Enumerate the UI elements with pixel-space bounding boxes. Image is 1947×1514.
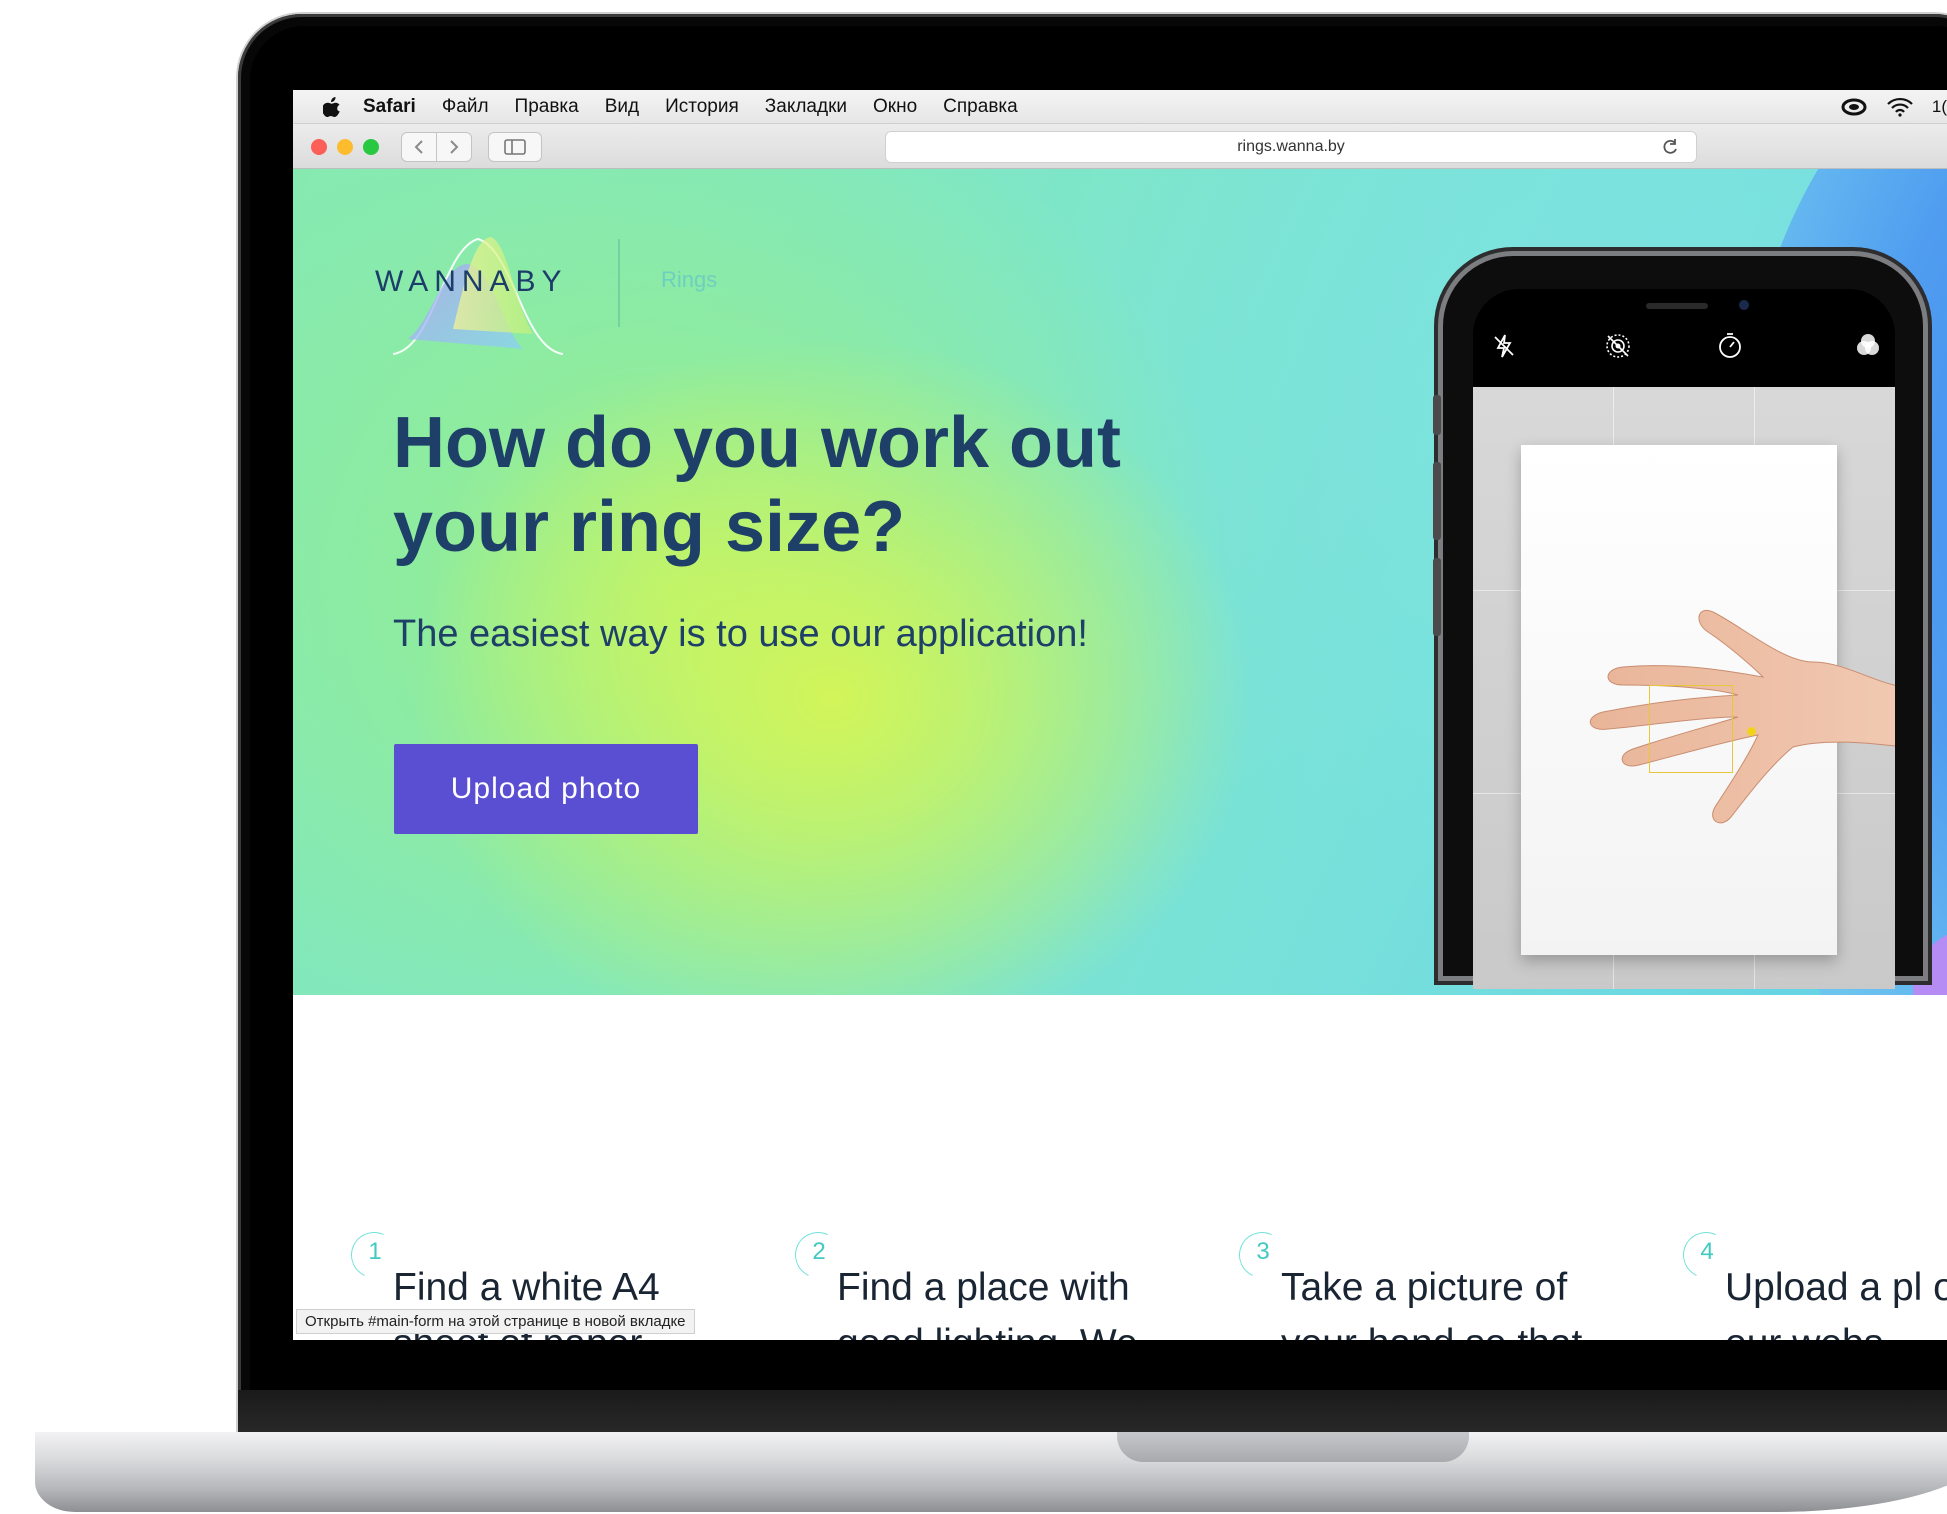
menu-bookmarks[interactable]: Закладки bbox=[765, 96, 847, 118]
phone-camera bbox=[1739, 300, 1749, 310]
sidebar-toggle-button[interactable] bbox=[488, 132, 542, 162]
timer-icon[interactable] bbox=[1715, 331, 1745, 361]
wifi-icon[interactable] bbox=[1886, 97, 1914, 117]
page-subtitle: The easiest way is to use our applicatio… bbox=[393, 613, 1088, 655]
close-window-button[interactable] bbox=[311, 139, 327, 155]
apple-icon[interactable] bbox=[323, 96, 341, 117]
menu-safari[interactable]: Safari bbox=[363, 96, 416, 118]
phone-volume-up bbox=[1433, 462, 1441, 540]
link-hover-tooltip: Открыть #main-form на этой странице в но… bbox=[296, 1309, 695, 1334]
phone-screen bbox=[1473, 289, 1895, 989]
phone-volume-down bbox=[1433, 558, 1441, 636]
upload-photo-button[interactable]: Upload photo bbox=[394, 744, 698, 834]
chevron-left-icon bbox=[414, 140, 423, 154]
steps-section: 1 Find a white A4 sheet of paper. 2 Find… bbox=[293, 995, 1947, 1340]
address-bar[interactable]: rings.wanna.by bbox=[885, 131, 1697, 163]
laptop-base-notch bbox=[1117, 1432, 1469, 1462]
step-text: Take a picture of your hand so that we c… bbox=[1281, 1266, 1582, 1340]
step-text: Upload a pl on our webs bbox=[1725, 1266, 1947, 1340]
menu-status-area: 1( bbox=[1840, 90, 1947, 123]
logo-wordmark[interactable]: WANNABY bbox=[375, 265, 568, 299]
menu-history[interactable]: История bbox=[665, 96, 739, 118]
zoom-window-button[interactable] bbox=[363, 139, 379, 155]
logo-divider bbox=[618, 239, 620, 327]
reload-icon[interactable] bbox=[1660, 137, 1680, 157]
step-number: 1 bbox=[368, 1238, 382, 1265]
step-number: 2 bbox=[812, 1238, 826, 1265]
step-text: Find a place with good lighting. We sugg… bbox=[837, 1266, 1138, 1340]
menu-edit[interactable]: Правка bbox=[515, 96, 579, 118]
step-number: 3 bbox=[1256, 1238, 1270, 1265]
step-number: 4 bbox=[1700, 1238, 1714, 1265]
focus-point bbox=[1747, 727, 1756, 736]
menu-window[interactable]: Окно bbox=[873, 96, 917, 118]
browser-toolbar: rings.wanna.by bbox=[293, 124, 1947, 169]
menu-view[interactable]: Вид bbox=[605, 96, 639, 118]
sidebar-icon bbox=[504, 139, 526, 155]
back-button[interactable] bbox=[401, 132, 437, 162]
menu-file[interactable]: Файл bbox=[442, 96, 489, 118]
chevron-right-icon bbox=[450, 140, 459, 154]
focus-box bbox=[1649, 685, 1733, 773]
screen: Safari Файл Правка Вид История Закладки … bbox=[293, 90, 1947, 1340]
menu-bar: Safari Файл Правка Вид История Закладки … bbox=[293, 90, 1947, 124]
status-clock-partial: 1( bbox=[1931, 96, 1947, 116]
camera-controls bbox=[1473, 331, 1895, 381]
page-title: How do you work out your ring size? bbox=[393, 403, 1121, 567]
phone-mute-switch bbox=[1433, 395, 1441, 435]
forward-button[interactable] bbox=[436, 132, 472, 162]
flash-off-icon[interactable] bbox=[1489, 331, 1519, 361]
phone-speaker bbox=[1646, 303, 1708, 309]
laptop-chin bbox=[238, 1390, 1947, 1438]
live-photo-icon[interactable] bbox=[1603, 331, 1633, 361]
filters-icon[interactable] bbox=[1853, 331, 1883, 361]
sub-brand-label: Rings bbox=[661, 267, 718, 292]
url-text: rings.wanna.by bbox=[1237, 138, 1345, 155]
laptop-base bbox=[35, 1432, 1947, 1512]
creative-cloud-icon[interactable] bbox=[1840, 97, 1868, 117]
minimize-window-button[interactable] bbox=[337, 139, 353, 155]
menu-help[interactable]: Справка bbox=[943, 96, 1018, 118]
camera-viewfinder bbox=[1473, 387, 1895, 989]
